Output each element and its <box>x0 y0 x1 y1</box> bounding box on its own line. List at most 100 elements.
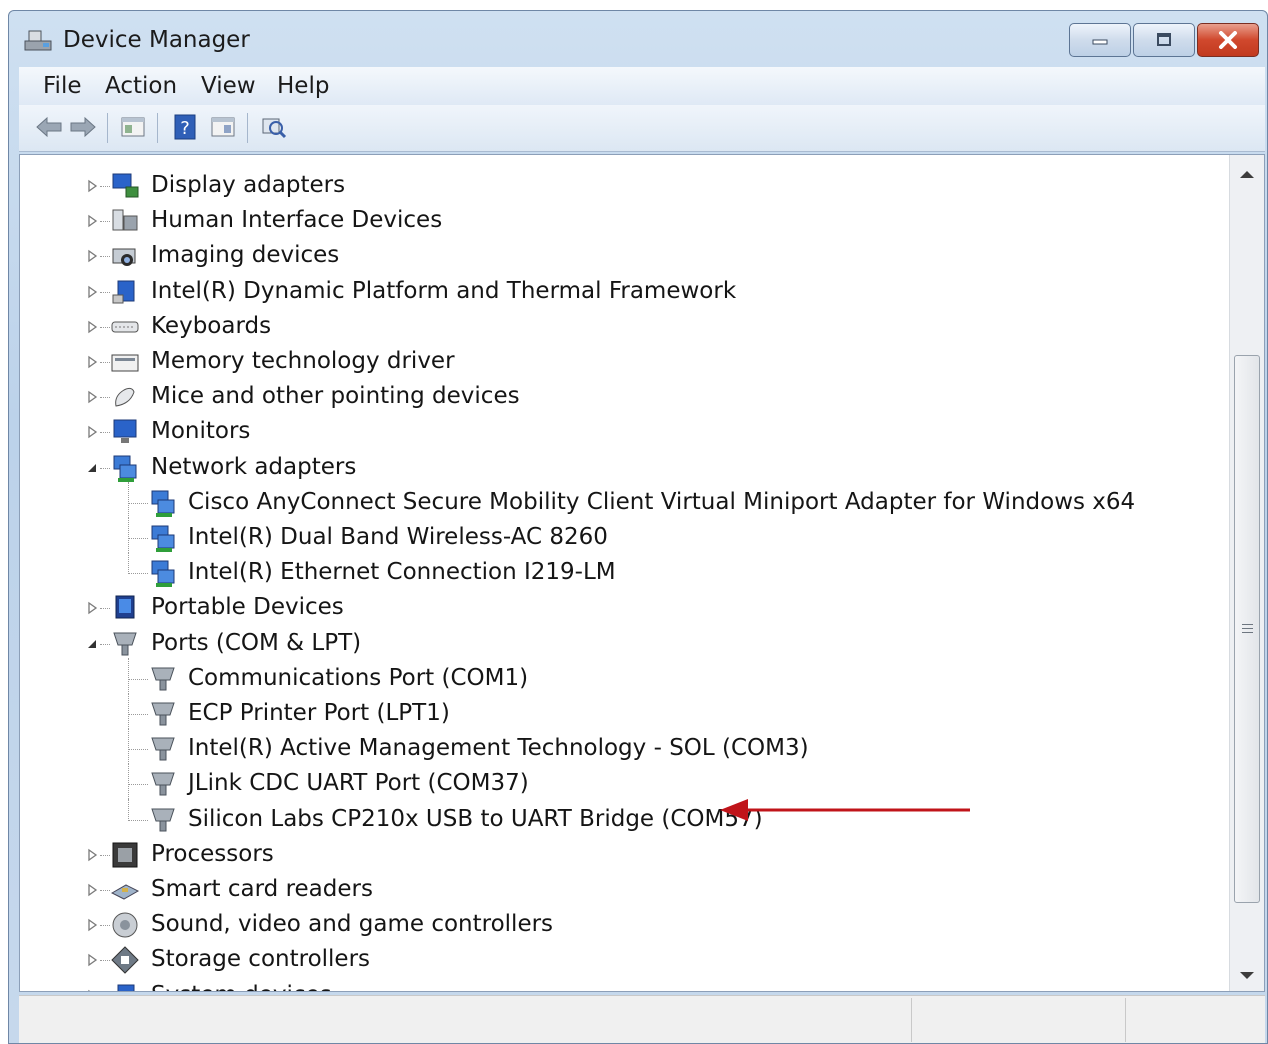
device-tree[interactable]: Display adapters Human Interface Devices I… <box>19 154 1265 992</box>
tree-category-item[interactable]: Network adapters <box>20 451 1220 486</box>
tree-connector <box>100 643 110 645</box>
tree-category-item[interactable]: Intel(R) Dynamic Platform and Thermal Fr… <box>20 275 1220 310</box>
tree-child-item[interactable]: Intel(R) Active Management Technology - … <box>20 728 1220 767</box>
tree-child-item[interactable]: ECP Printer Port (LPT1) <box>20 693 1220 732</box>
expand-arrow-icon[interactable] <box>86 601 98 615</box>
menu-file[interactable]: File <box>37 71 88 101</box>
menu-view[interactable]: View <box>195 71 262 101</box>
close-button[interactable] <box>1197 23 1259 57</box>
expand-arrow-icon[interactable] <box>86 989 98 992</box>
memory-icon <box>111 354 139 372</box>
tree-item-label: Silicon Labs CP210x USB to UART Bridge (… <box>188 805 763 832</box>
menu-action[interactable]: Action <box>99 71 183 101</box>
tree-connector <box>128 517 129 553</box>
expand-arrow-icon[interactable] <box>86 179 98 193</box>
tree-category-item[interactable]: Memory technology driver <box>20 345 1220 380</box>
tree-item-label: Keyboards <box>151 312 272 339</box>
tree-category-item[interactable]: Sound, video and game controllers <box>20 908 1220 943</box>
network-icon <box>113 455 137 482</box>
tree-item-label: Intel(R) Dynamic Platform and Thermal Fr… <box>151 277 737 304</box>
tree-item-label: Portable Devices <box>151 594 344 621</box>
tree-category-item[interactable]: Smart card readers <box>20 873 1220 908</box>
tree-child-item[interactable]: JLink CDC UART Port (COM37) <box>20 763 1220 802</box>
expand-arrow-icon[interactable] <box>86 214 98 228</box>
network-icon <box>151 490 175 517</box>
tree-item-label: Intel(R) Dual Band Wireless-AC 8260 <box>188 524 608 550</box>
expand-arrow-icon[interactable] <box>86 883 98 897</box>
expand-arrow-icon[interactable] <box>86 848 98 862</box>
tree-category-item[interactable]: Portable Devices <box>20 591 1220 626</box>
tree-item-label: Imaging devices <box>151 242 340 269</box>
window-title: Device Manager <box>63 27 250 53</box>
scrollbar-thumb[interactable] <box>1234 355 1260 903</box>
tree-child-item[interactable]: Silicon Labs CP210x USB to UART Bridge (… <box>20 798 1220 838</box>
tree-category-item[interactable]: Monitors <box>20 415 1220 450</box>
minimize-button[interactable] <box>1069 23 1131 57</box>
minimize-icon <box>1092 39 1108 45</box>
portable-device-icon <box>115 595 135 619</box>
tree-connector <box>128 657 129 694</box>
back-icon[interactable] <box>35 113 63 141</box>
tree-child-item[interactable]: Intel(R) Dual Band Wireless-AC 8260 <box>20 517 1220 556</box>
tree-category-item[interactable]: Ports (COM & LPT) <box>20 627 1220 662</box>
tree-connector <box>128 573 148 575</box>
tree-connector <box>128 714 148 715</box>
svg-text:?: ? <box>180 118 190 139</box>
tree-category-item[interactable]: Human Interface Devices <box>20 204 1220 239</box>
tree-category-item[interactable]: Mice and other pointing devices <box>20 380 1220 415</box>
mouse-icon <box>115 388 135 407</box>
maximize-button[interactable] <box>1133 23 1195 57</box>
tree-category-item[interactable]: Storage controllers <box>20 943 1220 978</box>
tree-category-item[interactable]: Keyboards <box>20 310 1220 345</box>
network-icon <box>151 525 175 552</box>
tree-category-item[interactable]: Processors <box>20 838 1220 873</box>
tree-item-label: Network adapters <box>151 453 357 480</box>
forward-icon[interactable] <box>69 113 97 141</box>
network-icon <box>151 560 175 588</box>
tree-connector <box>128 763 129 800</box>
tree-connector <box>100 854 110 856</box>
tree-category-item[interactable]: Display adapters <box>20 169 1220 204</box>
port-icon <box>151 667 175 691</box>
tree-connector <box>100 890 110 891</box>
expand-arrow-icon[interactable] <box>86 249 98 263</box>
system-icon <box>117 984 135 991</box>
tree-child-item[interactable]: Cisco AnyConnect Secure Mobility Client … <box>20 481 1220 521</box>
port-icon <box>151 808 175 832</box>
properties-icon[interactable] <box>209 113 237 141</box>
scroll-down-icon[interactable] <box>1230 961 1264 991</box>
tree-category-item[interactable]: Imaging devices <box>20 239 1220 274</box>
expand-arrow-icon[interactable] <box>86 918 98 932</box>
status-pane-divider <box>911 998 912 1042</box>
hid-icon <box>112 209 138 231</box>
tree-item-label: Storage controllers <box>151 946 371 973</box>
tree-category-item[interactable]: System devices <box>20 979 1220 992</box>
scroll-up-icon[interactable] <box>1230 159 1264 189</box>
device-manager-window: Device Manager File Action View Help ? D… <box>8 10 1268 1044</box>
expand-arrow-icon[interactable] <box>86 390 98 404</box>
expand-arrow-icon[interactable] <box>86 285 98 299</box>
expand-arrow-icon[interactable] <box>86 953 98 967</box>
scan-hardware-icon[interactable] <box>259 113 287 141</box>
toolbar: ? <box>19 105 1265 152</box>
tree-connector <box>128 798 129 821</box>
collapse-arrow-icon[interactable] <box>86 637 98 651</box>
expand-arrow-icon[interactable] <box>86 355 98 369</box>
toolbar-separator <box>247 113 248 143</box>
title-bar[interactable]: Device Manager <box>9 11 1267 67</box>
collapse-arrow-icon[interactable] <box>86 461 98 475</box>
console-tree-icon[interactable] <box>119 113 147 141</box>
keyboard-icon <box>111 321 139 333</box>
tree-item-label: Intel(R) Active Management Technology - … <box>188 735 809 762</box>
expand-arrow-icon[interactable] <box>86 320 98 334</box>
grip-line <box>1242 632 1253 633</box>
menu-help[interactable]: Help <box>271 71 335 101</box>
tree-item-label: Monitors <box>151 418 251 445</box>
vertical-scrollbar[interactable] <box>1229 155 1264 991</box>
tree-connector <box>100 362 110 363</box>
tree-child-item[interactable]: Intel(R) Ethernet Connection I219-LM <box>20 552 1220 591</box>
tree-child-item[interactable]: Communications Port (COM1) <box>20 657 1220 697</box>
thermal-icon <box>112 280 135 304</box>
help-icon[interactable]: ? <box>171 113 199 141</box>
expand-arrow-icon[interactable] <box>86 425 98 439</box>
